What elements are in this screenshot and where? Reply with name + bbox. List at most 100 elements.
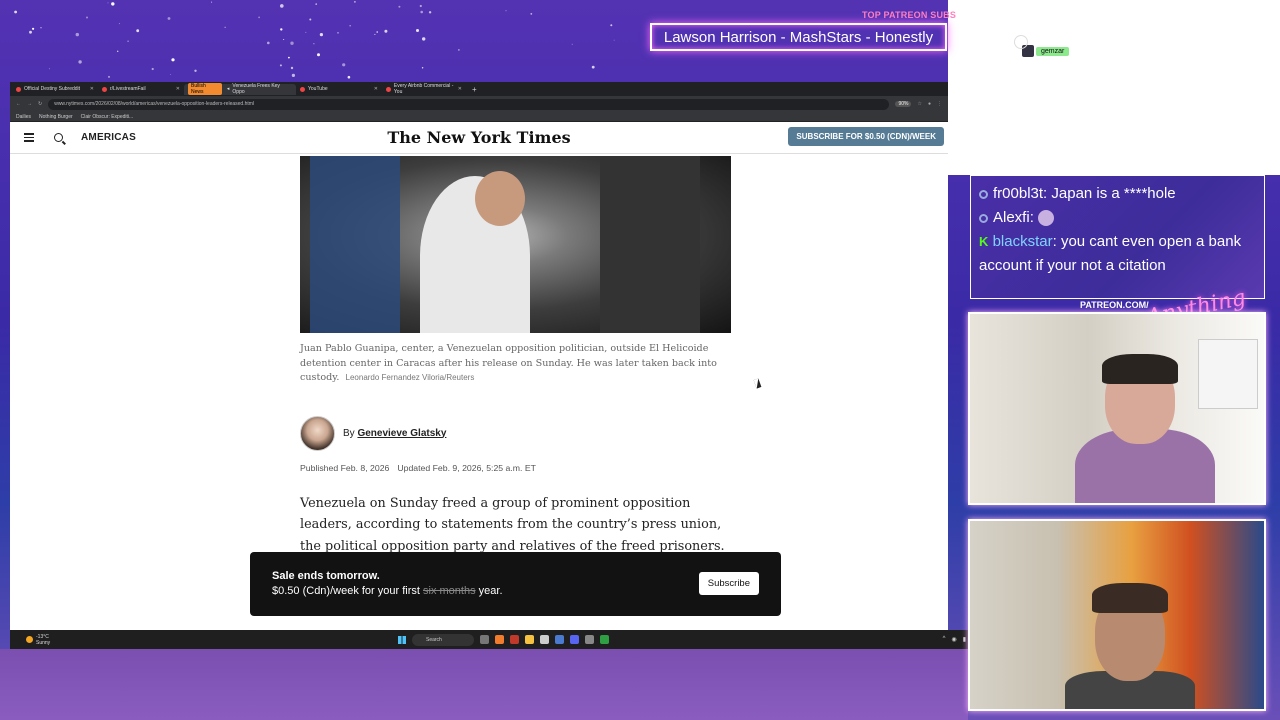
chat-message: fr00bl3t: Japan is a ****hole bbox=[979, 182, 1256, 206]
chrome-icon[interactable] bbox=[600, 635, 609, 644]
chat-username: fr00bl3t bbox=[993, 185, 1044, 202]
tab-destiny[interactable]: Official Destiny Subreddit ✕ bbox=[12, 84, 98, 95]
emote-icon bbox=[1038, 210, 1055, 227]
star-icon[interactable]: ☆ bbox=[917, 101, 921, 107]
article-dates: Published Feb. 8, 2026 Updated Feb. 9, 2… bbox=[300, 463, 740, 473]
banner-offer: $0.50 (Cdn)/week for your first six mont… bbox=[272, 585, 759, 597]
patreon-url-label: PATREON.COM/ bbox=[1080, 300, 1149, 310]
steam-icon[interactable] bbox=[555, 635, 564, 644]
new-tab-icon[interactable]: + bbox=[472, 85, 477, 94]
tab-airbnb[interactable]: Every Airbnb Commercial - You ✕ bbox=[382, 83, 466, 95]
article-body: Venezuela on Sunday freed a group of pro… bbox=[300, 495, 725, 554]
weather-widget[interactable]: -13°C Sunny bbox=[26, 634, 50, 646]
updated-date: Updated Feb. 9, 2026, 5:25 a.m. ET bbox=[397, 462, 536, 473]
system-tray: ^ ◉ ▮ bbox=[943, 636, 966, 643]
speaker-icon: ◂ bbox=[226, 86, 230, 92]
published-date: Published Feb. 8, 2026 bbox=[300, 462, 390, 473]
app-icon[interactable] bbox=[540, 635, 549, 644]
bookmark-item[interactable]: Nothing Burger bbox=[39, 114, 73, 120]
kick-icon: K bbox=[979, 234, 989, 249]
tab-nyt-venezuela[interactable]: Bullish News ◂ Venezuela Frees Key Oppo bbox=[184, 83, 296, 95]
network-icon[interactable]: ◉ bbox=[951, 636, 956, 643]
tab-group-tag[interactable]: Bullish News bbox=[188, 83, 222, 95]
photo-caption: Juan Pablo Guanipa, center, a Venezuelan… bbox=[300, 342, 731, 386]
close-icon[interactable]: ✕ bbox=[458, 86, 462, 92]
close-icon[interactable]: ✕ bbox=[176, 86, 180, 92]
youtube-icon bbox=[386, 86, 391, 92]
offer-text: $0.50 (Cdn)/week for your first bbox=[272, 585, 420, 597]
section-link[interactable]: AMERICAS bbox=[81, 132, 136, 143]
browser-window: Official Destiny Subreddit ✕ r/Livestream… bbox=[10, 82, 948, 630]
by-prefix: By bbox=[343, 427, 355, 439]
firefox-icon[interactable] bbox=[495, 635, 504, 644]
menu-icon[interactable]: ⋮ bbox=[937, 101, 942, 107]
zoom-badge[interactable]: 90% bbox=[895, 101, 912, 107]
bookmark-item[interactable]: Clair Obscur: Expediti... bbox=[81, 114, 134, 120]
white-overlay-panel bbox=[948, 0, 1280, 175]
subscribe-button[interactable]: SUBSCRIBE FOR $0.50 (CDN)/WEEK bbox=[788, 127, 944, 146]
app-icon[interactable] bbox=[510, 635, 519, 644]
taskbar-search[interactable]: Search bbox=[412, 633, 474, 646]
loading-ring-icon bbox=[1014, 35, 1028, 49]
file-explorer-icon[interactable] bbox=[525, 635, 534, 644]
chevron-up-icon[interactable]: ^ bbox=[943, 636, 946, 643]
volume-icon[interactable]: ▮ bbox=[963, 636, 966, 643]
hamburger-menu-icon[interactable] bbox=[24, 133, 34, 142]
url-text: www.nytimes.com/2026/02/08/world/america… bbox=[54, 101, 255, 107]
top-patreon-subs-label: TOP PATREON SUBS bbox=[862, 10, 957, 20]
chat-message: K blackstar: you cant even open a bank a… bbox=[979, 233, 1242, 274]
overlay-bottom-area bbox=[0, 649, 968, 720]
bookmark-item[interactable]: Dailies bbox=[16, 114, 31, 120]
taskbar: -13°C Sunny Search ^ ◉ ▮ bbox=[10, 630, 968, 649]
chat-box: fr00bl3t: Japan is a ****hole Alexfi: K … bbox=[970, 175, 1265, 299]
tab-label: Every Airbnb Commercial - You bbox=[393, 83, 454, 95]
reddit-icon bbox=[16, 86, 21, 92]
webcam-1 bbox=[968, 312, 1266, 505]
mouse-cursor-icon bbox=[753, 378, 762, 389]
banner-subscribe-button[interactable]: Subscribe bbox=[698, 572, 759, 595]
tab-label: Venezuela Frees Key Oppo bbox=[232, 83, 280, 95]
webcam-2 bbox=[968, 519, 1266, 711]
chat-username: Alexfi bbox=[993, 209, 1030, 226]
close-icon[interactable]: ✕ bbox=[374, 86, 378, 92]
url-field[interactable]: www.nytimes.com/2026/02/08/world/america… bbox=[48, 98, 890, 110]
tab-label: Official Destiny Subreddit bbox=[24, 86, 81, 92]
tab-livestreamfail[interactable]: r/LivestreamFail ✕ bbox=[98, 84, 184, 95]
chat-text: Japan is a ****hole bbox=[1051, 185, 1176, 202]
discord-icon[interactable] bbox=[570, 635, 579, 644]
task-view-icon[interactable] bbox=[480, 635, 489, 644]
profile-icon[interactable]: ● bbox=[928, 101, 931, 107]
reload-icon[interactable]: ↻ bbox=[38, 101, 42, 107]
byline: By Genevieve Glatsky bbox=[300, 415, 740, 451]
close-icon[interactable]: ✕ bbox=[90, 86, 94, 92]
viewer-name: gemzar bbox=[1036, 46, 1070, 56]
tab-label: YouTube bbox=[308, 86, 328, 92]
offer-text-end: year. bbox=[478, 585, 503, 597]
chat-message: Alexfi: bbox=[979, 206, 1256, 230]
tab-bar: Official Destiny Subreddit ✕ r/Livestream… bbox=[10, 82, 948, 96]
banner-title: Sale ends tomorrow. bbox=[272, 570, 380, 582]
back-icon[interactable]: ← bbox=[16, 101, 21, 107]
search-icon[interactable] bbox=[54, 133, 63, 142]
taskbar-apps: Search bbox=[398, 633, 609, 646]
twitch-icon bbox=[979, 214, 988, 223]
reddit-icon bbox=[102, 86, 107, 92]
author-avatar[interactable] bbox=[300, 415, 335, 451]
windows-start-icon[interactable] bbox=[398, 635, 406, 644]
twitch-icon bbox=[979, 190, 988, 199]
bookmarks-bar: Dailies Nothing Burger Clair Obscur: Exp… bbox=[10, 112, 948, 122]
obs-icon[interactable] bbox=[585, 635, 594, 644]
weather-text: Sunny bbox=[36, 639, 51, 646]
viewer-badge: gemzar bbox=[1014, 35, 1070, 57]
tab-label: r/LivestreamFail bbox=[110, 86, 146, 92]
nyt-header: AMERICAS The New York Times SUBSCRIBE FO… bbox=[10, 122, 948, 154]
forward-icon[interactable]: → bbox=[27, 101, 32, 107]
tab-youtube[interactable]: YouTube ✕ bbox=[296, 84, 382, 95]
sun-icon bbox=[26, 636, 33, 643]
youtube-icon bbox=[300, 86, 305, 92]
author-link[interactable]: Genevieve Glatsky bbox=[357, 428, 446, 439]
now-playing-box: Lawson Harrison - MashStars - Honestly bbox=[650, 23, 947, 51]
address-bar-row: ← → ↻ www.nytimes.com/2026/02/08/world/a… bbox=[10, 96, 948, 112]
chat-username: blackstar bbox=[992, 233, 1053, 250]
photo-credit: Leonardo Fernandez Viloria/Reuters bbox=[345, 373, 475, 382]
